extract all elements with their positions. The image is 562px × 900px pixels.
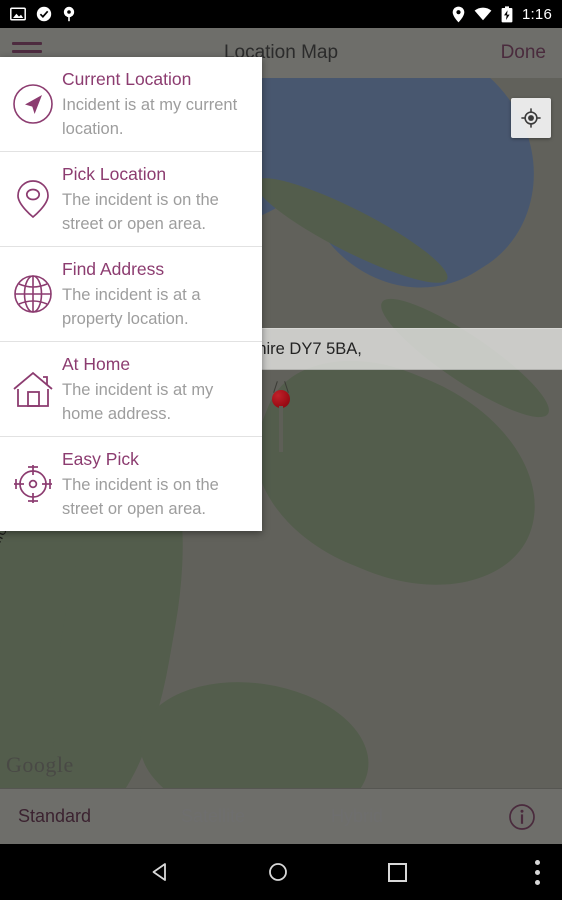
menu-item-description: The incident is on the street or open ar… xyxy=(62,476,219,518)
tab-satellite[interactable]: Satellite xyxy=(181,806,245,827)
back-triangle-icon xyxy=(152,863,166,881)
recents-button[interactable] xyxy=(388,863,407,882)
info-circle-icon xyxy=(509,804,535,830)
app-screen: Staffordshire & Worcestershire C Google … xyxy=(0,0,562,900)
menu-item-current-location[interactable]: Current Location Incident is at my curre… xyxy=(0,57,262,152)
menu-item-find-address[interactable]: Find Address The incident is at a proper… xyxy=(0,247,262,342)
my-location-icon xyxy=(521,108,541,128)
home-circle-icon xyxy=(269,863,287,881)
status-left-icons xyxy=(10,0,76,28)
menu-item-text: Pick Location The incident is on the str… xyxy=(62,162,252,236)
location-marker-icon xyxy=(63,6,75,22)
status-time: 1:16 xyxy=(522,5,552,23)
menu-item-description: The incident is on the street or open ar… xyxy=(62,191,219,233)
overflow-dot xyxy=(535,880,540,885)
tab-hybrid[interactable]: Hybrid xyxy=(331,806,383,827)
globe-icon xyxy=(4,257,62,331)
overflow-dot xyxy=(535,860,540,865)
home-button[interactable] xyxy=(268,862,288,887)
menu-item-text: Find Address The incident is at a proper… xyxy=(62,257,252,331)
menu-item-pick-location[interactable]: Pick Location The incident is on the str… xyxy=(0,152,262,247)
menu-item-text: Easy Pick The incident is on the street … xyxy=(62,447,252,521)
menu-item-easy-pick[interactable]: Easy Pick The incident is on the street … xyxy=(0,437,262,531)
map-type-segment-bar: Standard Satellite Hybrid xyxy=(0,788,562,844)
location-pin-icon xyxy=(452,6,465,22)
image-icon xyxy=(10,7,26,21)
menu-item-at-home[interactable]: At Home The incident is at my home addre… xyxy=(0,342,262,437)
menu-item-text: Current Location Incident is at my curre… xyxy=(62,67,252,141)
menu-item-title: Easy Pick xyxy=(62,449,139,469)
my-location-button[interactable] xyxy=(511,98,551,138)
navigation-arrow-icon xyxy=(4,67,62,141)
battery-charging-icon xyxy=(501,5,513,22)
info-button[interactable] xyxy=(508,803,536,831)
status-right-icons: 1:16 xyxy=(452,0,552,28)
overflow-dots-icon[interactable] xyxy=(535,860,540,885)
wifi-icon xyxy=(474,7,492,21)
map-pin-marker[interactable] xyxy=(272,381,290,452)
crosshair-target-icon xyxy=(4,447,62,521)
overflow-dot xyxy=(535,870,540,875)
menu-item-text: At Home The incident is at my home addre… xyxy=(62,352,252,426)
menu-item-description: The incident is at a property location. xyxy=(62,286,201,328)
menu-item-title: At Home xyxy=(62,354,131,374)
android-navigation-bar xyxy=(0,844,562,900)
check-circle-icon xyxy=(36,6,52,22)
menu-item-title: Current Location xyxy=(62,69,192,89)
back-button[interactable] xyxy=(150,862,170,887)
home-icon xyxy=(4,352,62,426)
android-status-bar: 1:16 xyxy=(0,0,562,28)
tab-standard[interactable]: Standard xyxy=(18,806,91,827)
menu-item-description: The incident is at my home address. xyxy=(62,381,214,423)
pin-stick xyxy=(279,406,283,452)
menu-item-title: Find Address xyxy=(62,259,165,279)
menu-item-description: Incident is at my current location. xyxy=(62,96,238,138)
menu-item-title: Pick Location xyxy=(62,164,167,184)
location-method-menu: Current Location Incident is at my curre… xyxy=(0,57,262,531)
done-button[interactable]: Done xyxy=(501,28,546,78)
map-pin-outline-icon xyxy=(4,162,62,236)
